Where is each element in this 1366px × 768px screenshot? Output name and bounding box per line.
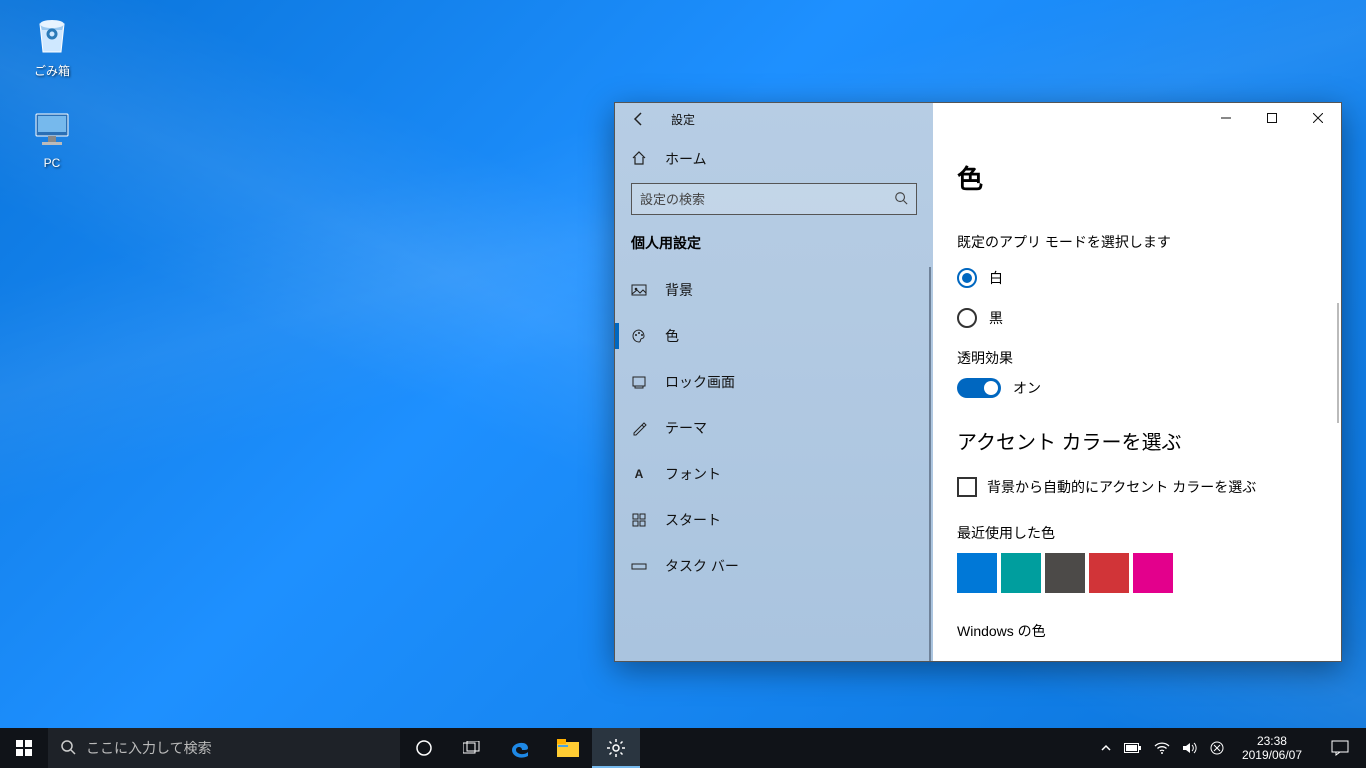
auto-accent-checkbox-row[interactable]: 背景から自動的にアクセント カラーを選ぶ bbox=[957, 477, 1317, 497]
sidebar-item-fonts[interactable]: A フォント bbox=[615, 451, 933, 497]
recent-colors-label: 最近使用した色 bbox=[957, 523, 1317, 543]
settings-content-pane: 色 既定のアプリ モードを選択します 白 黒 透明効果 オン アクセント カラー… bbox=[933, 103, 1341, 661]
sidebar-nav: 背景 色 ロック画面 テーマ A フォント bbox=[615, 267, 933, 661]
settings-window: 設定 ホーム 個人用設定 背景 bbox=[614, 102, 1342, 662]
start-icon bbox=[631, 512, 647, 528]
sidebar-item-label: ロック画面 bbox=[665, 372, 735, 392]
taskbar-clock[interactable]: 23:38 2019/06/07 bbox=[1236, 734, 1308, 762]
color-swatch[interactable] bbox=[1133, 553, 1173, 593]
system-tray: 23:38 2019/06/07 bbox=[1100, 728, 1366, 768]
action-center-button[interactable] bbox=[1320, 728, 1360, 768]
sidebar-scrollbar[interactable] bbox=[929, 267, 931, 661]
palette-icon bbox=[631, 328, 647, 344]
color-swatch[interactable] bbox=[957, 553, 997, 593]
sidebar-item-label: タスク バー bbox=[665, 556, 739, 576]
transparency-value: オン bbox=[1013, 378, 1041, 398]
sidebar-item-label: テーマ bbox=[665, 418, 707, 438]
sidebar-item-label: 色 bbox=[665, 326, 679, 346]
transparency-label: 透明効果 bbox=[957, 348, 1317, 368]
content-scrollbar[interactable] bbox=[1337, 303, 1339, 423]
radio-icon bbox=[957, 308, 977, 328]
wifi-icon[interactable] bbox=[1154, 742, 1170, 754]
tray-chevron-icon[interactable] bbox=[1100, 742, 1112, 754]
sidebar-item-start[interactable]: スタート bbox=[615, 497, 933, 543]
sidebar-home-label: ホーム bbox=[665, 149, 707, 169]
app-mode-heading: 既定のアプリ モードを選択します bbox=[957, 232, 1317, 252]
color-swatch[interactable] bbox=[1001, 553, 1041, 593]
home-icon bbox=[631, 150, 647, 169]
checkbox-icon bbox=[957, 477, 977, 497]
search-icon bbox=[60, 739, 76, 758]
windows-colors-label: Windows の色 bbox=[957, 621, 1317, 641]
cortana-button[interactable] bbox=[400, 728, 448, 768]
themes-icon bbox=[631, 420, 647, 436]
desktop[interactable]: ごみ箱 PC 設定 ホーム bbox=[0, 0, 1366, 768]
sidebar-home[interactable]: ホーム bbox=[615, 135, 933, 183]
radio-light-label: 白 bbox=[989, 268, 1003, 288]
recent-colors bbox=[957, 553, 1317, 593]
sidebar-item-label: スタート bbox=[665, 510, 721, 530]
desktop-icon-pc[interactable]: PC bbox=[14, 104, 90, 170]
radio-dark[interactable]: 黒 bbox=[957, 308, 1317, 328]
sidebar-item-lockscreen[interactable]: ロック画面 bbox=[615, 359, 933, 405]
recycle-bin-label: ごみ箱 bbox=[14, 62, 90, 79]
sidebar-item-background[interactable]: 背景 bbox=[615, 267, 933, 313]
taskbar-app-edge[interactable] bbox=[496, 728, 544, 768]
pc-label: PC bbox=[14, 156, 90, 170]
taskbar-app-explorer[interactable] bbox=[544, 728, 592, 768]
battery-icon[interactable] bbox=[1124, 742, 1142, 754]
settings-search-input[interactable] bbox=[640, 192, 894, 207]
accent-heading: アクセント カラーを選ぶ bbox=[957, 426, 1317, 455]
settings-sidebar: 設定 ホーム 個人用設定 背景 bbox=[615, 103, 933, 661]
window-title: 設定 bbox=[671, 111, 695, 128]
desktop-icon-recycle-bin[interactable]: ごみ箱 bbox=[14, 10, 90, 79]
sidebar-item-label: 背景 bbox=[665, 280, 693, 300]
sidebar-item-themes[interactable]: テーマ bbox=[615, 405, 933, 451]
taskbar-app-settings[interactable] bbox=[592, 728, 640, 768]
clock-time: 23:38 bbox=[1242, 734, 1302, 748]
sidebar-section-header: 個人用設定 bbox=[615, 233, 933, 267]
clock-date: 2019/06/07 bbox=[1242, 748, 1302, 762]
taskbar-search[interactable]: ここに入力して検索 bbox=[48, 728, 400, 768]
radio-icon bbox=[957, 268, 977, 288]
start-button[interactable] bbox=[0, 728, 48, 768]
sidebar-item-colors[interactable]: 色 bbox=[615, 313, 933, 359]
lockscreen-icon bbox=[631, 374, 647, 390]
fonts-icon: A bbox=[631, 467, 647, 481]
task-view-button[interactable] bbox=[448, 728, 496, 768]
search-icon bbox=[894, 191, 908, 208]
picture-icon bbox=[631, 282, 647, 298]
color-swatch[interactable] bbox=[1089, 553, 1129, 593]
taskbar: ここに入力して検索 23:38 2019/06/07 bbox=[0, 728, 1366, 768]
sidebar-item-label: フォント bbox=[665, 464, 721, 484]
back-button[interactable] bbox=[623, 103, 655, 135]
color-swatch[interactable] bbox=[1045, 553, 1085, 593]
page-title: 色 bbox=[957, 159, 1317, 196]
tray-status-icon[interactable] bbox=[1210, 741, 1224, 755]
volume-icon[interactable] bbox=[1182, 741, 1198, 755]
settings-search[interactable] bbox=[631, 183, 917, 215]
sidebar-item-taskbar[interactable]: タスク バー bbox=[615, 543, 933, 589]
transparency-toggle[interactable] bbox=[957, 378, 1001, 398]
taskbar-icon bbox=[631, 558, 647, 574]
auto-accent-label: 背景から自動的にアクセント カラーを選ぶ bbox=[987, 477, 1256, 497]
radio-light[interactable]: 白 bbox=[957, 268, 1317, 288]
radio-dark-label: 黒 bbox=[989, 308, 1003, 328]
taskbar-search-placeholder: ここに入力して検索 bbox=[86, 738, 212, 758]
